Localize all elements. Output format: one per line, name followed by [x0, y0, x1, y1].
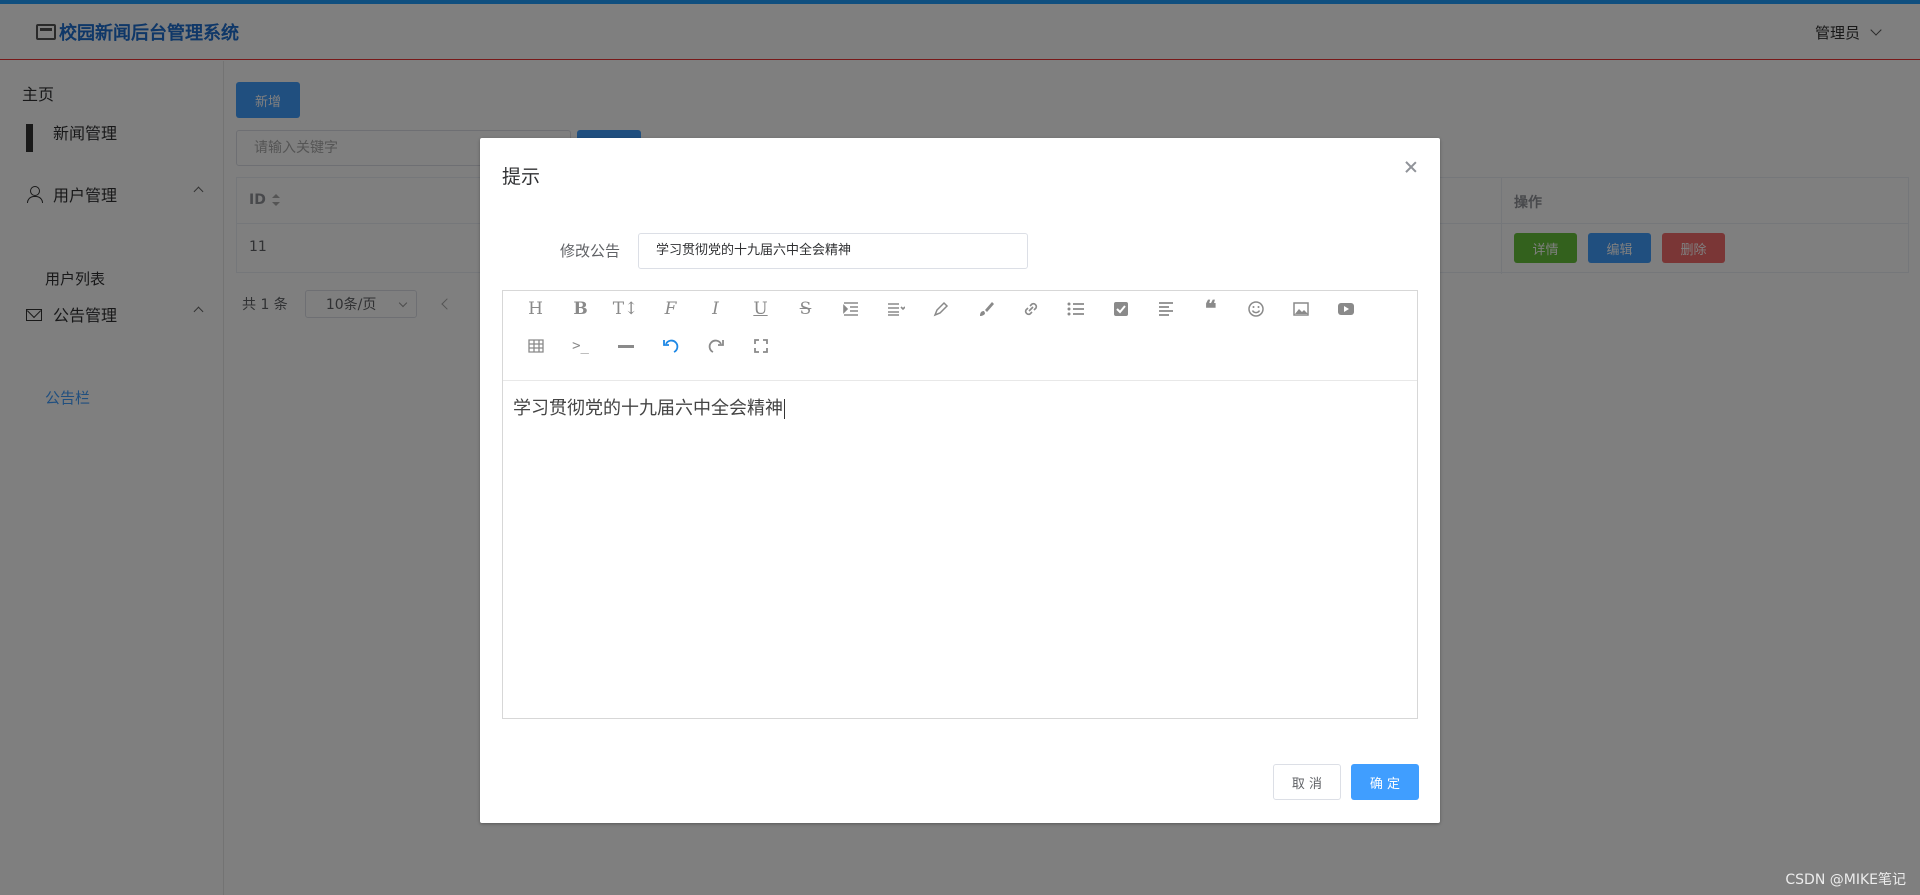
redo-icon[interactable] [693, 334, 738, 358]
font-size-icon[interactable]: T↕ [603, 297, 648, 321]
dialog-title: 提示 [502, 166, 541, 188]
italic-icon[interactable]: I [693, 297, 738, 321]
line-height-icon[interactable] [873, 297, 918, 321]
edit-notice-dialog: 提示 修改公告 学习贯彻党的十九届六中全会精神 H B T↕ F I U S ❝ [480, 138, 1440, 823]
editor-text: 学习贯彻党的十九届六中全会精神 [513, 398, 783, 419]
divider-icon[interactable] [603, 334, 648, 358]
quote-icon[interactable]: ❝ [1188, 296, 1233, 322]
indent-icon[interactable] [828, 297, 873, 321]
emoji-icon[interactable] [1233, 297, 1278, 321]
table-icon[interactable] [513, 334, 558, 358]
watermark: CSDN @MIKE笔记 [1785, 872, 1906, 888]
code-icon[interactable]: >_ [558, 334, 603, 358]
close-icon[interactable] [1404, 160, 1418, 174]
heading-icon[interactable]: H [513, 297, 558, 321]
strikethrough-icon[interactable]: S [783, 297, 828, 321]
text-caret [784, 399, 785, 419]
fullscreen-icon[interactable] [738, 334, 783, 358]
image-icon[interactable] [1278, 297, 1323, 321]
font-style-icon[interactable]: F [648, 297, 693, 321]
rich-text-editor: H B T↕ F I U S ❝ >_ 学习贯彻党的十九届六中全会精神 [502, 290, 1418, 719]
editor-content-area[interactable]: 学习贯彻党的十九届六中全会精神 [513, 394, 785, 420]
editor-toolbar: H B T↕ F I U S ❝ >_ [503, 291, 1417, 381]
notice-field-label: 修改公告 [560, 242, 621, 260]
video-icon[interactable] [1323, 297, 1368, 321]
bold-icon[interactable]: B [558, 297, 603, 321]
underline-icon[interactable]: U [738, 297, 783, 321]
link-icon[interactable] [1008, 297, 1053, 321]
checkbox-icon[interactable] [1098, 297, 1143, 321]
undo-icon[interactable] [648, 334, 693, 358]
align-icon[interactable] [1143, 297, 1188, 321]
notice-title-input[interactable]: 学习贯彻党的十九届六中全会精神 [638, 233, 1028, 269]
list-icon[interactable] [1053, 297, 1098, 321]
color-icon[interactable] [918, 297, 963, 321]
cancel-button[interactable]: 取 消 [1273, 764, 1341, 800]
background-icon[interactable] [963, 297, 1008, 321]
confirm-button[interactable]: 确 定 [1351, 764, 1419, 800]
